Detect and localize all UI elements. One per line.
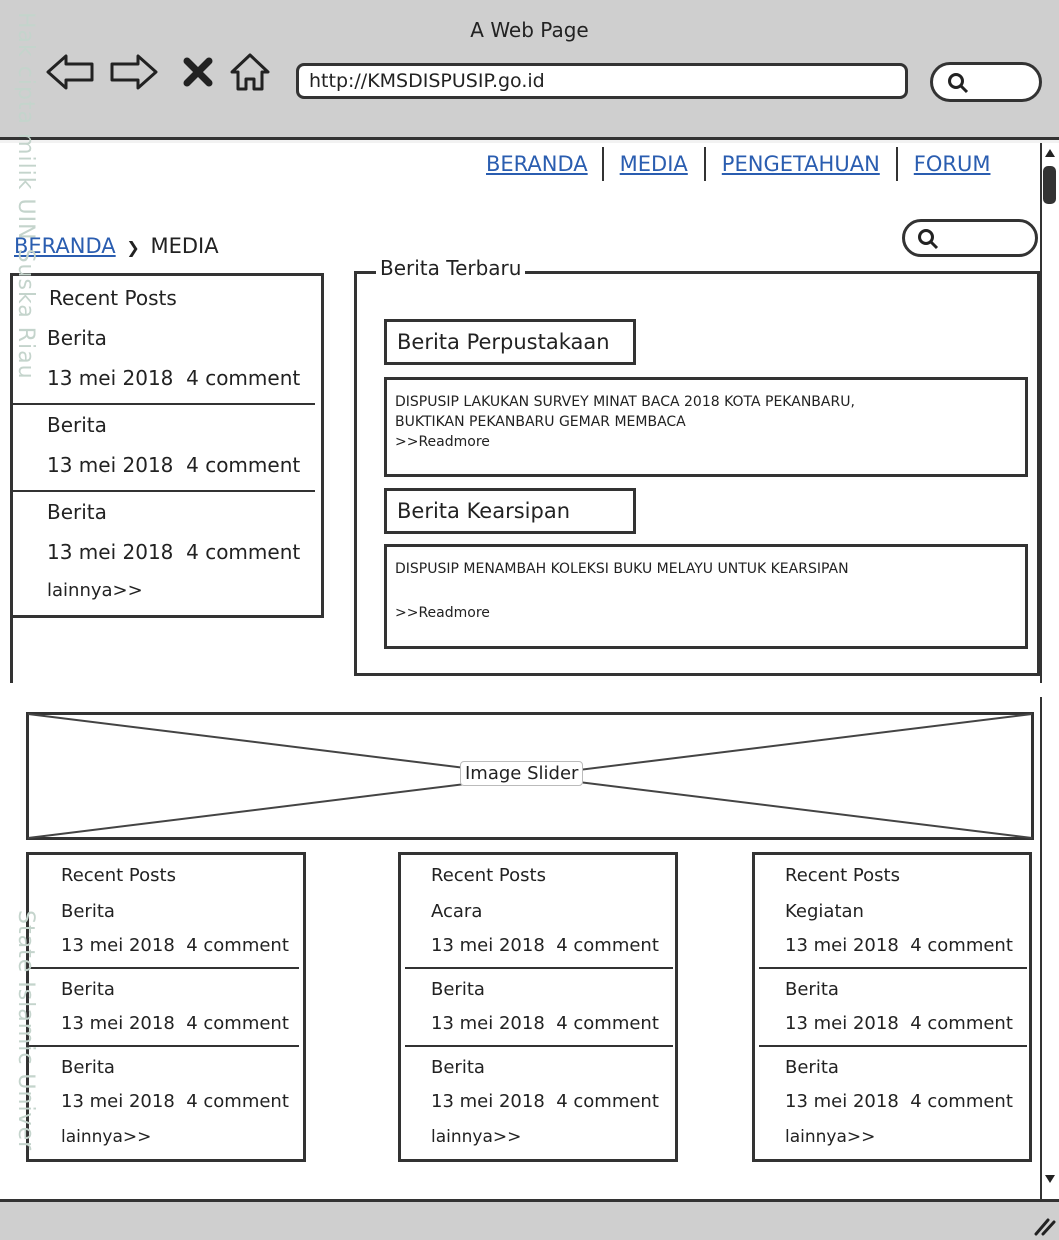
url-bar[interactable]: http://KMSDISPUSIP.go.id [296, 63, 908, 99]
search-icon [918, 229, 939, 250]
window-title: A Web Page [470, 18, 589, 42]
recent-posts-panel: Recent Posts Acara 13 mei 2018 4 comment… [398, 852, 678, 1162]
home-icon[interactable] [228, 52, 272, 92]
page-search-input[interactable] [902, 219, 1038, 257]
post-title[interactable]: Berita [431, 1057, 485, 1078]
browser-search-input[interactable] [930, 62, 1042, 102]
post-title[interactable]: Berita [785, 979, 839, 1000]
post-meta: 13 mei 2018 4 comment [431, 1091, 659, 1112]
post-title[interactable]: Acara [431, 901, 482, 922]
post-meta: 13 mei 2018 4 comment [47, 453, 301, 477]
more-link[interactable]: lainnya>> [61, 1127, 151, 1147]
post-meta: 13 mei 2018 4 comment [785, 1091, 1013, 1112]
stop-icon[interactable] [182, 56, 214, 88]
post-meta: 13 mei 2018 4 comment [47, 540, 301, 564]
chevron-right-icon: ❯ [126, 238, 140, 257]
section-heading-kearsipan: Berita Kearsipan [384, 488, 636, 534]
recent-posts-title: Recent Posts [49, 286, 177, 310]
breadcrumb-current: MEDIA [150, 234, 219, 258]
nav-item-media[interactable]: MEDIA [604, 152, 704, 176]
back-icon[interactable] [44, 52, 96, 92]
news-headline-line2 [395, 579, 1017, 599]
divider [759, 1045, 1027, 1047]
more-link[interactable]: lainnya>> [431, 1127, 521, 1147]
post-meta: 13 mei 2018 4 comment [61, 1013, 289, 1034]
divider [29, 967, 299, 969]
divider [13, 490, 315, 492]
separator-band [0, 683, 1059, 697]
post-meta: 13 mei 2018 4 comment [61, 1091, 289, 1112]
divider [405, 967, 673, 969]
section-heading-perpustakaan: Berita Perpustakaan [384, 319, 636, 365]
post-meta: 13 mei 2018 4 comment [785, 1013, 1013, 1034]
resize-grip-icon[interactable] [1032, 1214, 1056, 1236]
recent-posts-panel: Recent Posts Kegiatan 13 mei 2018 4 comm… [752, 852, 1032, 1162]
post-title[interactable]: Berita [785, 1057, 839, 1078]
divider [759, 967, 1027, 969]
recent-posts-panel: Recent Posts Berita 13 mei 2018 4 commen… [26, 852, 306, 1162]
section-heading-text: Berita Kearsipan [397, 499, 571, 523]
news-legend: Berita Terbaru [376, 256, 526, 280]
post-title[interactable]: Berita [61, 979, 115, 1000]
post-title[interactable]: Berita [47, 326, 107, 350]
post-title[interactable]: Berita [47, 500, 107, 524]
readmore-link[interactable]: >>Readmore [395, 432, 1017, 452]
divider [405, 1045, 673, 1047]
image-slider-label: Image Slider [460, 761, 584, 786]
breadcrumb: BERANDA ❯ MEDIA [14, 234, 219, 258]
main-nav: BERANDA MEDIA PENGETAHUAN FORUM [486, 146, 990, 182]
divider [13, 403, 315, 405]
post-title[interactable]: Kegiatan [785, 901, 864, 922]
news-headline-line1: DISPUSIP LAKUKAN SURVEY MINAT BACA 2018 … [395, 394, 855, 410]
scroll-up-icon[interactable] [1043, 146, 1057, 160]
post-meta: 13 mei 2018 4 comment [61, 935, 289, 956]
news-item[interactable]: DISPUSIP MENAMBAH KOLEKSI BUKU MELAYU UN… [384, 544, 1028, 649]
post-title[interactable]: Berita [61, 1057, 115, 1078]
nav-item-forum[interactable]: FORUM [898, 152, 991, 176]
news-headline-line2: BUKTIKAN PEKANBARU GEMAR MEMBACA [395, 414, 686, 430]
news-headline-line1: DISPUSIP MENAMBAH KOLEKSI BUKU MELAYU UN… [395, 561, 849, 577]
breadcrumb-home[interactable]: BERANDA [14, 234, 116, 258]
recent-posts-title: Recent Posts [785, 865, 900, 886]
forward-icon[interactable] [108, 52, 160, 92]
post-title[interactable]: Berita [431, 979, 485, 1000]
news-item[interactable]: DISPUSIP LAKUKAN SURVEY MINAT BACA 2018 … [384, 377, 1028, 477]
post-meta: 13 mei 2018 4 comment [431, 1013, 659, 1034]
readmore-link[interactable]: >>Readmore [395, 603, 1017, 623]
post-meta: 13 mei 2018 4 comment [785, 935, 1013, 956]
nav-item-pengetahuan[interactable]: PENGETAHUAN [706, 152, 896, 176]
url-text: http://KMSDISPUSIP.go.id [309, 70, 545, 92]
scrollbar-track[interactable] [1040, 697, 1059, 1199]
scrollbar-thumb[interactable] [1043, 166, 1056, 204]
post-title[interactable]: Berita [61, 901, 115, 922]
scrollbar-track[interactable] [1040, 143, 1059, 683]
more-link[interactable]: lainnya>> [785, 1127, 875, 1147]
recent-posts-panel: Recent Posts Berita 13 mei 2018 4 commen… [10, 273, 324, 618]
section-heading-text: Berita Perpustakaan [397, 330, 610, 354]
more-link[interactable]: lainnya>> [47, 580, 143, 601]
edge-line [10, 618, 13, 683]
post-meta: 13 mei 2018 4 comment [47, 366, 301, 390]
scroll-down-icon[interactable] [1043, 1172, 1057, 1186]
status-bar [0, 1199, 1059, 1240]
recent-posts-title: Recent Posts [61, 865, 176, 886]
nav-item-beranda[interactable]: BERANDA [486, 152, 602, 176]
recent-posts-title: Recent Posts [431, 865, 546, 886]
divider [29, 1045, 299, 1047]
post-title[interactable]: Berita [47, 413, 107, 437]
search-icon [948, 73, 969, 94]
post-meta: 13 mei 2018 4 comment [431, 935, 659, 956]
